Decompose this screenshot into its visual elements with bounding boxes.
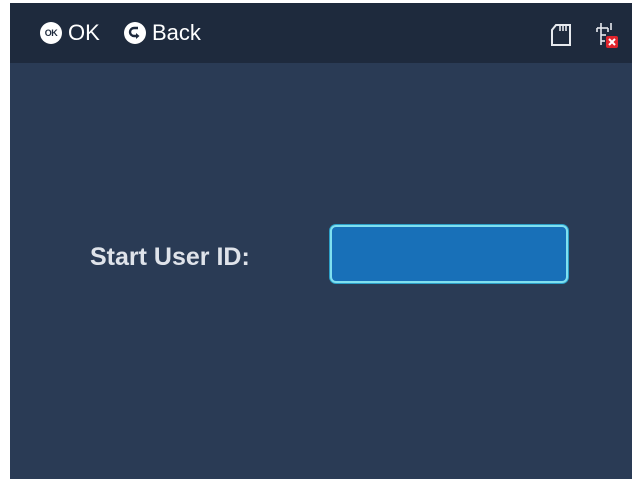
top-bar: OK OK Back (10, 3, 632, 63)
ok-button[interactable]: OK OK (40, 3, 100, 63)
start-user-id-label: Start User ID: (90, 243, 250, 271)
network-disconnected-icon (596, 23, 618, 48)
ok-label: OK (68, 20, 100, 45)
device-screen: OK OK Back Start User ID: (10, 3, 632, 479)
sd-card-icon (551, 24, 571, 46)
back-button[interactable]: Back (124, 3, 201, 63)
main-content: Start User ID: (10, 63, 632, 479)
start-user-id-input[interactable] (330, 225, 568, 283)
back-label: Back (152, 20, 201, 45)
ok-icon: OK (40, 22, 62, 44)
back-icon (124, 22, 146, 44)
